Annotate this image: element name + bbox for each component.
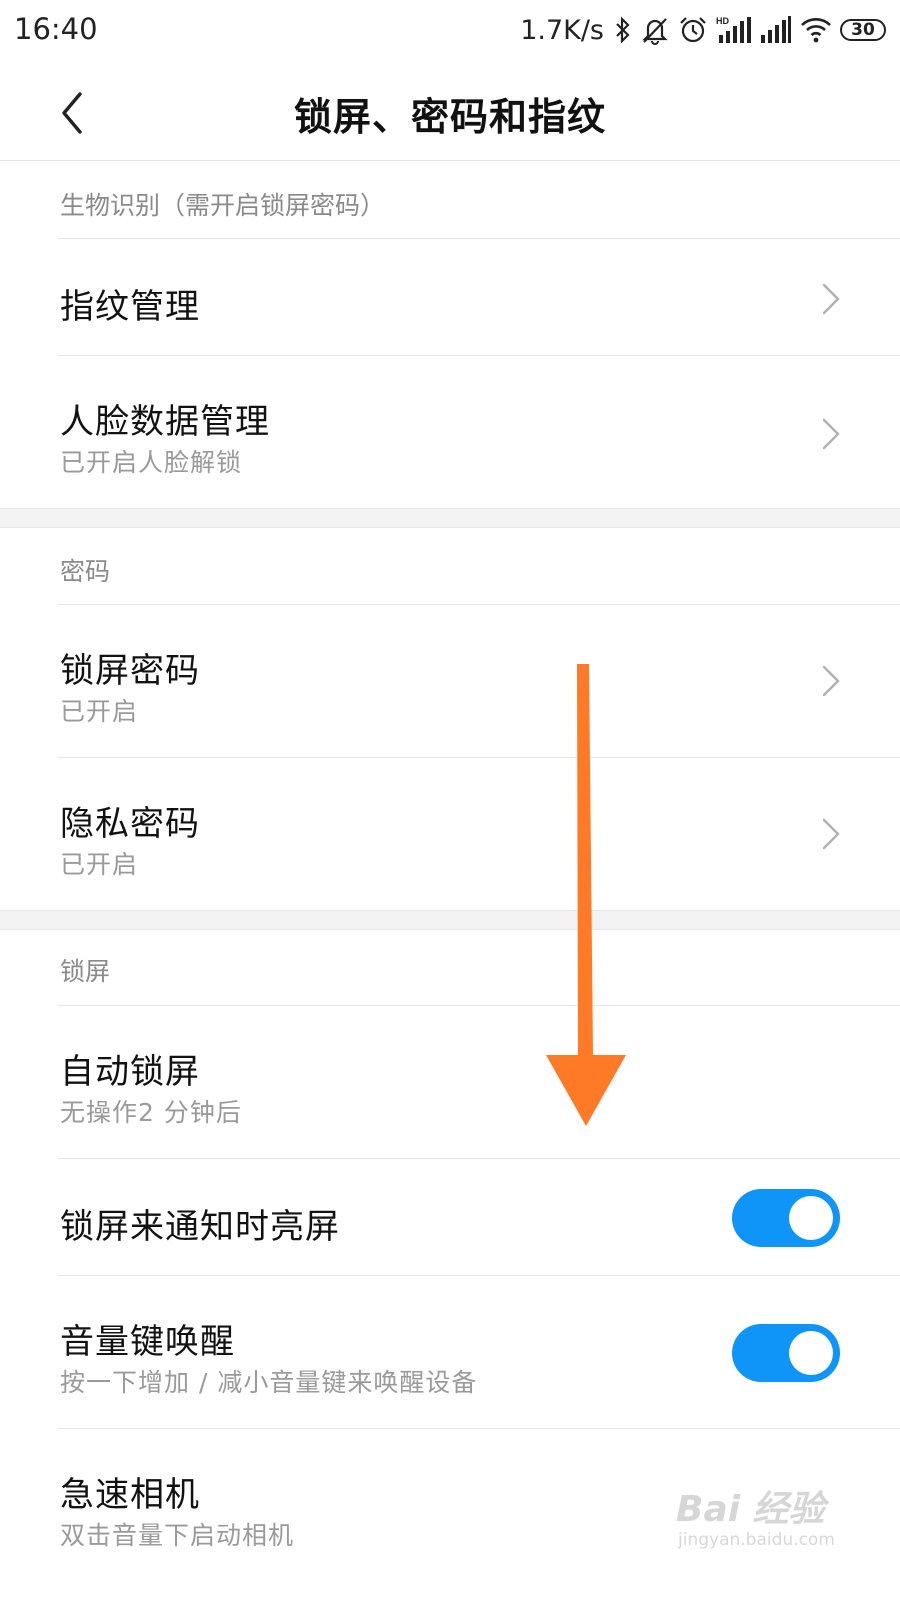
- row-subtitle: 按一下增加 / 减小音量键来唤醒设备: [60, 1368, 478, 1397]
- chevron-right-icon: [822, 818, 840, 850]
- page-title: 锁屏、密码和指纹: [293, 95, 606, 139]
- app-header: 锁屏、密码和指纹: [0, 62, 900, 162]
- watermark-url: jingyan.baidu.com: [678, 1530, 835, 1550]
- row-title: 音量键唤醒: [60, 1322, 235, 1362]
- row-title: 锁屏来通知时亮屏: [60, 1207, 340, 1247]
- toggle-knob: [789, 1196, 833, 1240]
- section-separator: [0, 910, 900, 930]
- row-title: 急速相机: [60, 1475, 200, 1515]
- chevron-right-icon: [822, 665, 840, 697]
- network-speed: 1.7K/s: [520, 14, 604, 46]
- wifi-icon: [800, 16, 832, 44]
- row-title: 人脸数据管理: [60, 402, 270, 442]
- toggle-knob: [789, 1331, 833, 1375]
- row-subtitle: 无操作2 分钟后: [60, 1098, 242, 1127]
- volume-key-wake-toggle[interactable]: [732, 1324, 840, 1382]
- status-icons: 1.7K/s HD 30: [520, 10, 886, 50]
- bluetooth-icon: [614, 16, 632, 44]
- section-title-biometrics: 生物识别（需开启锁屏密码）: [60, 191, 386, 220]
- row-title: 指纹管理: [60, 287, 200, 327]
- watermark-logo: Bai 经验: [676, 1489, 825, 1530]
- row-title: 自动锁屏: [60, 1052, 200, 1092]
- hd-signal-icon: HD: [716, 15, 752, 45]
- wake-on-notification-toggle[interactable]: [732, 1189, 840, 1247]
- baidu-jingyan-watermark: Bai 经验 jingyan.baidu.com: [672, 1478, 862, 1558]
- alarm-icon: [678, 15, 708, 45]
- svg-text:HD: HD: [716, 16, 729, 26]
- status-bar: 16:40 1.7K/s HD 30: [0, 0, 900, 62]
- row-subtitle: 已开启: [60, 697, 139, 726]
- mute-icon: [640, 15, 670, 45]
- annotation-arrow-icon: [546, 664, 626, 1126]
- row-volume-key-wake: 音量键唤醒 按一下增加 / 减小音量键来唤醒设备: [0, 1276, 900, 1428]
- row-title: 隐私密码: [60, 804, 200, 844]
- status-time: 16:40: [14, 12, 98, 46]
- row-lockscreen-password[interactable]: 锁屏密码 已开启: [0, 605, 900, 757]
- row-privacy-password[interactable]: 隐私密码 已开启: [0, 758, 900, 910]
- row-wake-on-notification: 锁屏来通知时亮屏: [0, 1159, 900, 1275]
- row-subtitle: 双击音量下启动相机: [60, 1521, 295, 1550]
- row-fingerprint-management[interactable]: 指纹管理: [0, 239, 900, 355]
- row-face-data-management[interactable]: 人脸数据管理 已开启人脸解锁: [0, 356, 900, 508]
- section-separator: [0, 508, 900, 528]
- battery-indicator: 30: [840, 19, 886, 41]
- chevron-right-icon: [822, 283, 840, 315]
- row-auto-lock[interactable]: 自动锁屏 无操作2 分钟后: [0, 1006, 900, 1158]
- row-subtitle: 已开启: [60, 850, 139, 879]
- chevron-right-icon: [822, 418, 840, 450]
- signal-icon: [760, 15, 792, 45]
- section-title-password: 密码: [60, 557, 111, 586]
- header-divider: [0, 160, 900, 161]
- row-subtitle: 已开启人脸解锁: [60, 448, 243, 477]
- row-title: 锁屏密码: [60, 651, 200, 691]
- section-title-lockscreen: 锁屏: [60, 957, 111, 986]
